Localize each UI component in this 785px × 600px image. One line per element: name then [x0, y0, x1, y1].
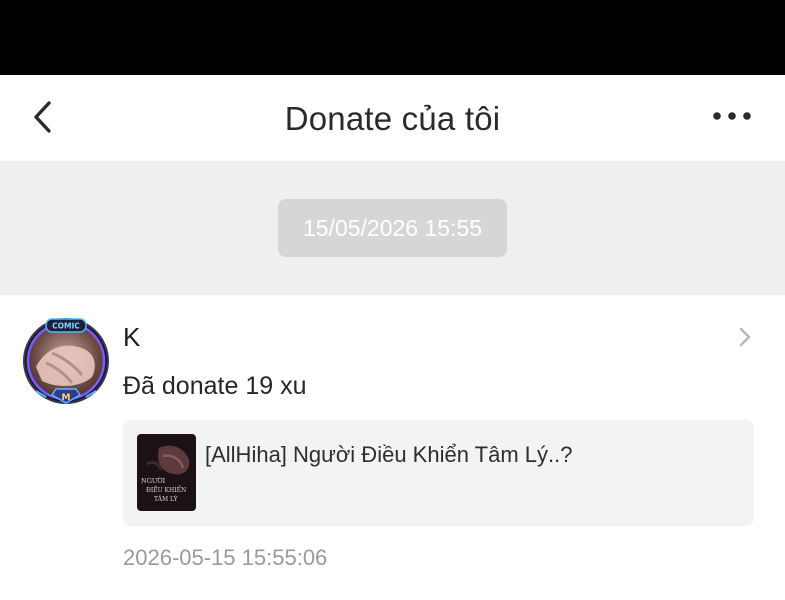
date-separator-pill: 15/05/2026 15:55	[278, 199, 507, 257]
cover-title-line-1: NGƯỜI	[141, 476, 166, 485]
svg-text:M: M	[62, 393, 71, 403]
sender-name: K	[123, 322, 141, 352]
donation-timestamp: 2026-05-15 15:55:06	[123, 545, 328, 570]
app-header: Donate của tôi	[0, 75, 785, 161]
avatar-frame: COMIC M	[23, 318, 109, 404]
chevron-right-icon	[734, 325, 756, 349]
donation-card[interactable]: COMIC M K Đã donate 19 xu NGƯỜI ĐIỀU KHI…	[0, 295, 785, 600]
cover-title-line-3: TÂM LÝ	[154, 496, 179, 503]
more-horizontal-icon	[713, 112, 751, 120]
comic-link[interactable]: NGƯỜI ĐIỀU KHIỂN TÂM LÝ [AllHiha] Người …	[123, 420, 754, 526]
avatar[interactable]: COMIC M	[22, 317, 110, 405]
cover-title-line-2: ĐIỀU KHIỂN	[146, 485, 186, 494]
page-title: Donate của tôi	[284, 100, 501, 137]
comic-cover: NGƯỜI ĐIỀU KHIỂN TÂM LÝ	[137, 434, 196, 511]
comic-title: [AllHiha] Người Điều Khiển Tâm Lý..?	[205, 442, 573, 467]
status-bar	[0, 0, 785, 75]
avatar-badge-text: COMIC	[52, 322, 80, 331]
donation-message: Đã donate 19 xu	[123, 372, 307, 400]
more-options-button[interactable]	[706, 101, 758, 131]
date-separator-band: 15/05/2026 15:55	[0, 161, 785, 295]
